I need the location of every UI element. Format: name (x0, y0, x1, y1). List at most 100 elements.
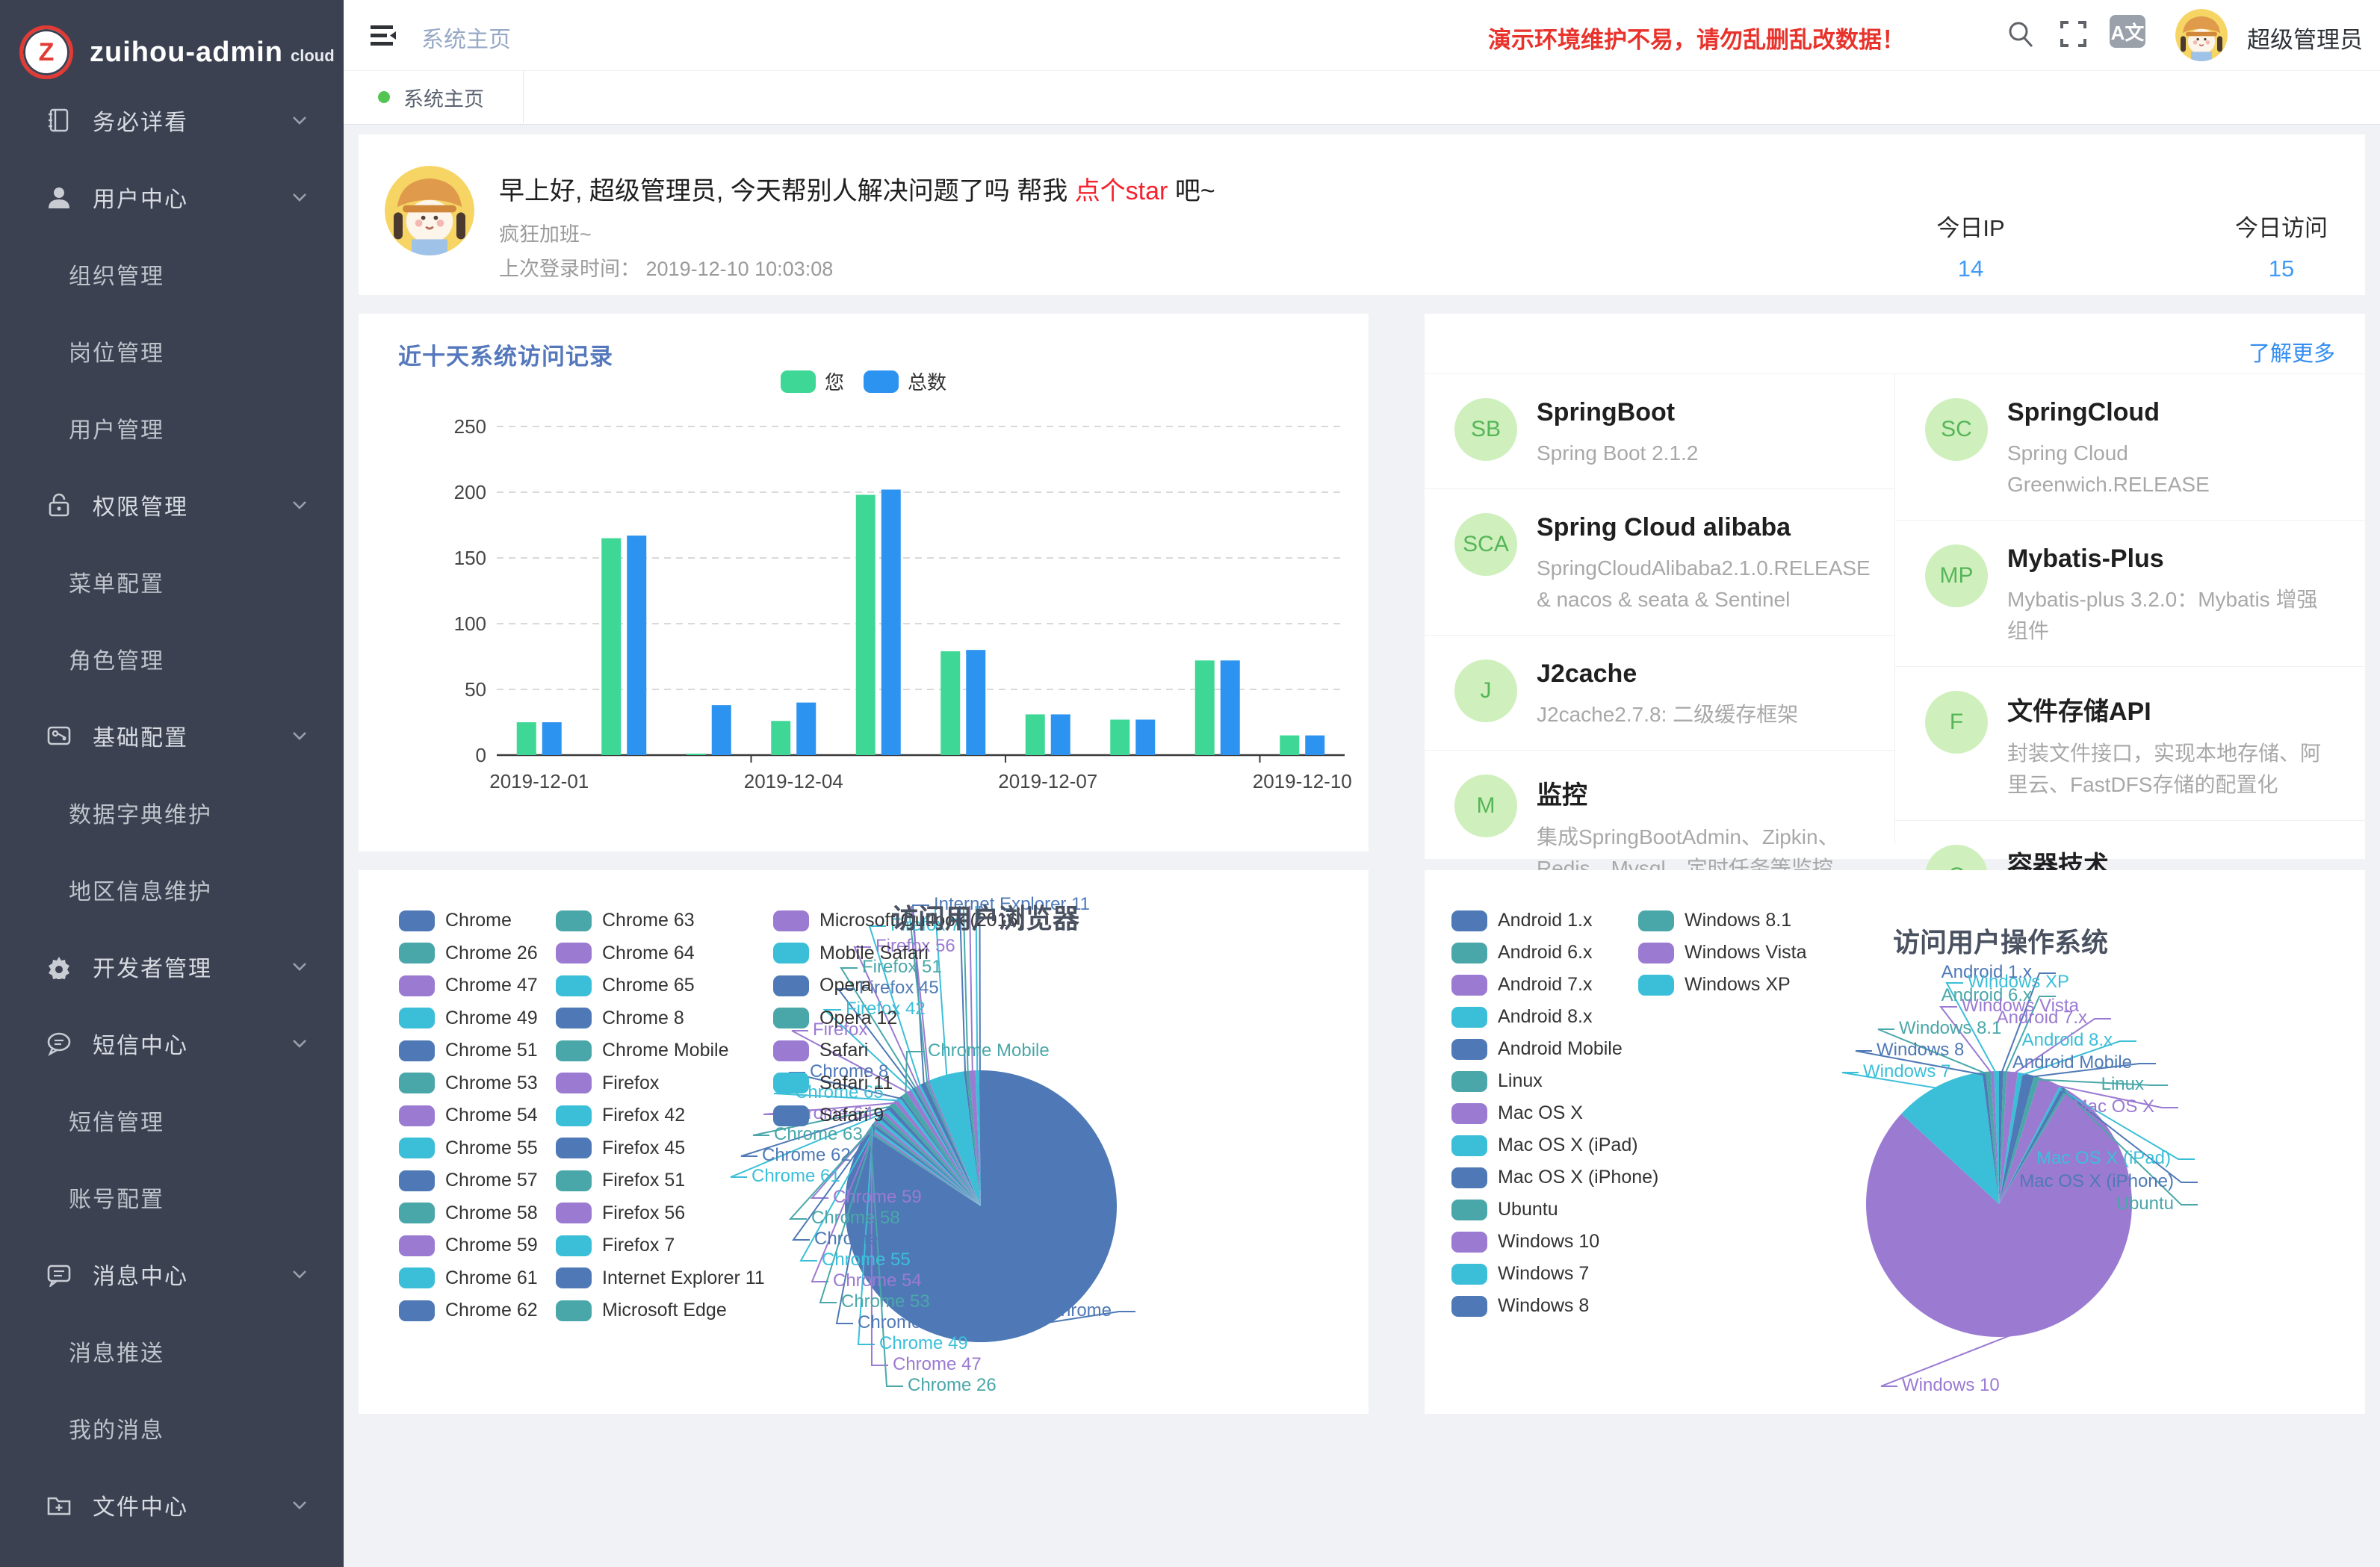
sidebar-item-务必详看[interactable]: 务必详看 (0, 81, 344, 158)
legend-item-Chrome 55[interactable]: Chrome 55 (399, 1138, 538, 1159)
legend-item-Microsoft Edge[interactable]: Microsoft Edge (556, 1300, 727, 1321)
avatar[interactable] (2175, 9, 2228, 61)
bar-总数-2019-12-08[interactable] (1135, 719, 1155, 755)
legend-item-Chrome 61[interactable]: Chrome 61 (399, 1267, 538, 1289)
legend-item-Chrome 54[interactable]: Chrome 54 (399, 1105, 538, 1126)
legend-item-Linux[interactable]: Linux (1451, 1070, 1543, 1092)
sidebar-item-消息推送[interactable]: 消息推送 (0, 1312, 344, 1389)
sidebar-item-权限管理[interactable]: 权限管理 (0, 466, 344, 543)
legend-item-Mac OS X (iPhone)[interactable]: Mac OS X (iPhone) (1451, 1167, 1658, 1188)
tech-item-Spring Cloud alibaba[interactable]: SCASpring Cloud alibabaSpringCloudAlibab… (1425, 488, 1894, 635)
legend-item-Safari[interactable]: Safari (773, 1040, 868, 1061)
legend-item-Safari 11[interactable]: Safari 11 (773, 1073, 893, 1094)
bar-您-2019-12-10[interactable] (1280, 736, 1299, 755)
sidebar-item-用户中心[interactable]: 用户中心 (0, 158, 344, 235)
sidebar-item-用户管理[interactable]: 用户管理 (0, 389, 344, 466)
bar-总数-2019-12-04[interactable] (796, 703, 816, 755)
breadcrumb[interactable]: 系统主页 (421, 21, 511, 54)
bar-您-2019-12-04[interactable] (771, 721, 790, 755)
legend-item-Android 7.x[interactable]: Android 7.x (1451, 974, 1592, 996)
sidebar-item-我的消息[interactable]: 我的消息 (0, 1389, 344, 1466)
legend-item-Chrome[interactable]: Chrome (399, 910, 512, 931)
sidebar-item-基础配置[interactable]: 基础配置 (0, 697, 344, 774)
tab-system-home[interactable]: 系统主页 (344, 71, 524, 123)
legend-item-Windows XP[interactable]: Windows XP (1638, 974, 1791, 996)
tech-item-文件存储API[interactable]: F文件存储API封装文件接口，实现本地存储、阿里云、FastDFS存储的配置化 (1895, 666, 2365, 820)
legend-item-Firefox 7[interactable]: Firefox 7 (556, 1235, 675, 1256)
legend-item-Chrome 57[interactable]: Chrome 57 (399, 1170, 538, 1191)
bar-您-2019-12-07[interactable] (1026, 714, 1045, 755)
legend-item-Firefox[interactable]: Firefox (556, 1073, 659, 1094)
legend-item-Windows Vista[interactable]: Windows Vista (1638, 942, 1807, 964)
sidebar-item-组织管理[interactable]: 组织管理 (0, 235, 344, 312)
legend-item-Firefox 56[interactable]: Firefox 56 (556, 1203, 685, 1224)
legend-item-Chrome 65[interactable]: Chrome 65 (556, 975, 695, 996)
legend-item-Windows 10[interactable]: Windows 10 (1451, 1231, 1599, 1253)
sidebar-item-开发者管理[interactable]: 开发者管理 (0, 928, 344, 1005)
tech-item-Mybatis-Plus[interactable]: MPMybatis-PlusMybatis-plus 3.2.0：Mybatis… (1895, 520, 2365, 666)
legend-item-Chrome 63[interactable]: Chrome 63 (556, 910, 695, 931)
bar-您-2019-12-01[interactable] (517, 722, 536, 755)
translate-icon[interactable]: A文 (2110, 15, 2145, 48)
stat-value[interactable]: 15 (2169, 255, 2380, 282)
legend-item-Windows 7[interactable]: Windows 7 (1451, 1263, 1589, 1285)
legend-item-Ubuntu[interactable]: Ubuntu (1451, 1199, 1558, 1220)
search-icon[interactable] (2005, 18, 2036, 49)
legend-item-Chrome 58[interactable]: Chrome 58 (399, 1203, 538, 1224)
legend-item-Mobile Safari[interactable]: Mobile Safari (773, 943, 929, 964)
fullscreen-icon[interactable] (2057, 18, 2089, 49)
sidebar-item-短信中心[interactable]: 短信中心 (0, 1005, 344, 1082)
bar-您-2019-12-05[interactable] (856, 495, 876, 755)
sidebar-item-岗位管理[interactable]: 岗位管理 (0, 312, 344, 389)
learn-more-link[interactable]: 了解更多 (2249, 336, 2335, 367)
bar-总数-2019-12-05[interactable] (881, 489, 901, 755)
sidebar-item-地区信息维护[interactable]: 地区信息维护 (0, 851, 344, 928)
legend-item-Safari 9[interactable]: Safari 9 (773, 1105, 884, 1126)
legend-item-Windows 8[interactable]: Windows 8 (1451, 1295, 1589, 1317)
sidebar-item-消息中心[interactable]: 消息中心 (0, 1235, 344, 1312)
legend-item-Opera[interactable]: Opera (773, 975, 871, 996)
legend-item-Chrome 51[interactable]: Chrome 51 (399, 1040, 538, 1061)
star-link[interactable]: 点个star (1075, 177, 1168, 205)
sidebar-item-文件中心[interactable]: 文件中心 (0, 1466, 344, 1543)
legend-item-Firefox 42[interactable]: Firefox 42 (556, 1105, 685, 1126)
tech-item-J2cache[interactable]: JJ2cacheJ2cache2.7.8: 二级缓存框架 (1425, 635, 1894, 750)
legend-item-Chrome 64[interactable]: Chrome 64 (556, 943, 695, 964)
bar-总数-2019-12-03[interactable] (712, 705, 731, 755)
bar-总数-2019-12-09[interactable] (1221, 660, 1240, 755)
bar-总数-2019-12-06[interactable] (966, 650, 985, 755)
bar-总数-2019-12-07[interactable] (1051, 714, 1070, 755)
legend-item-Chrome Mobile[interactable]: Chrome Mobile (556, 1040, 729, 1061)
bar-您-2019-12-09[interactable] (1195, 660, 1215, 755)
tech-item-SpringCloud[interactable]: SCSpringCloudSpring Cloud Greenwich.RELE… (1895, 373, 2365, 520)
legend-item-Mac OS X (iPad)[interactable]: Mac OS X (iPad) (1451, 1135, 1638, 1156)
bar-您-2019-12-02[interactable] (601, 539, 621, 755)
user-name[interactable]: 超级管理员 (2247, 21, 2363, 55)
legend-item-Firefox 51[interactable]: Firefox 51 (556, 1170, 685, 1191)
collapse-menu-icon[interactable] (368, 19, 399, 51)
bar-总数-2019-12-10[interactable] (1305, 736, 1324, 755)
legend-item-Internet Explorer 11[interactable]: Internet Explorer 11 (556, 1267, 765, 1289)
legend-item-Windows 8.1[interactable]: Windows 8.1 (1638, 910, 1791, 931)
bar-您-2019-12-03[interactable] (687, 754, 706, 755)
stat-value[interactable]: 14 (1859, 255, 2083, 282)
bar-您-2019-12-06[interactable] (940, 651, 960, 755)
legend-item-Mac OS X[interactable]: Mac OS X (1451, 1102, 1583, 1124)
tech-item-SpringBoot[interactable]: SBSpringBootSpring Boot 2.1.2 (1425, 373, 1894, 488)
legend-item-Opera 12[interactable]: Opera 12 (773, 1008, 897, 1029)
legend-item-Chrome 62[interactable]: Chrome 62 (399, 1300, 538, 1321)
legend-item-Chrome 26[interactable]: Chrome 26 (399, 943, 538, 964)
bar-总数-2019-12-01[interactable] (542, 722, 562, 755)
bar-总数-2019-12-02[interactable] (627, 536, 646, 755)
legend-item-Android 6.x[interactable]: Android 6.x (1451, 942, 1592, 964)
legend-item-Chrome 47[interactable]: Chrome 47 (399, 975, 538, 996)
legend-item-Android 1.x[interactable]: Android 1.x (1451, 910, 1592, 931)
legend-item-Chrome 59[interactable]: Chrome 59 (399, 1235, 538, 1256)
sidebar-item-角色管理[interactable]: 角色管理 (0, 620, 344, 697)
legend-item-Firefox 45[interactable]: Firefox 45 (556, 1138, 685, 1159)
sidebar-item-短信管理[interactable]: 短信管理 (0, 1082, 344, 1158)
sidebar-item-账号配置[interactable]: 账号配置 (0, 1158, 344, 1235)
legend-item-Android Mobile[interactable]: Android Mobile (1451, 1038, 1623, 1060)
legend-item-Chrome 49[interactable]: Chrome 49 (399, 1008, 538, 1029)
bar-您-2019-12-08[interactable] (1110, 719, 1129, 755)
